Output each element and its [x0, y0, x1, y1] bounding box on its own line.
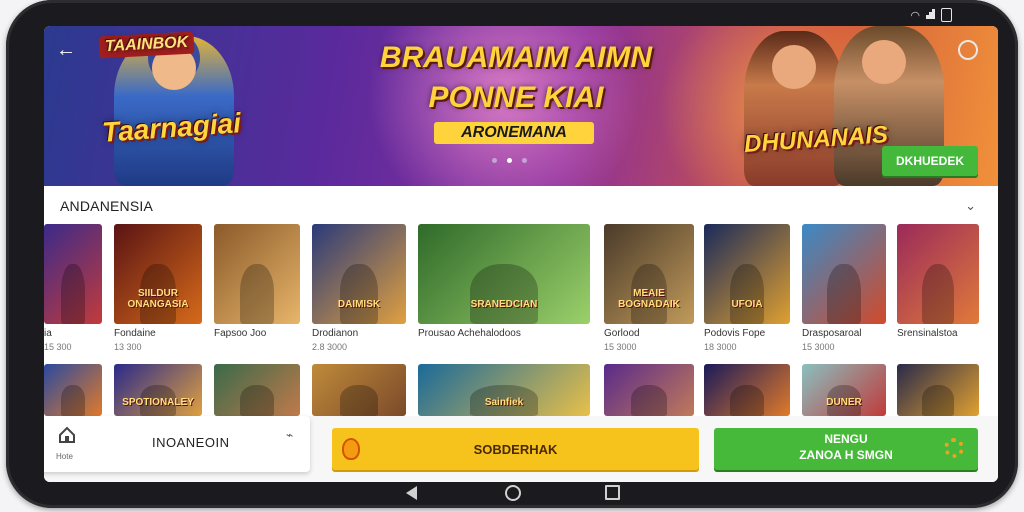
game-thumbnail-title: SPOTIONALEY: [122, 397, 194, 408]
game-thumbnail-title: DUNER: [826, 397, 862, 408]
game-card[interactable]: [704, 364, 790, 416]
game-thumbnail[interactable]: UFOIA: [704, 224, 790, 324]
section-title: ANDANENSIA: [60, 198, 154, 214]
game-size: 15 300: [44, 342, 72, 352]
game-thumbnail[interactable]: SIILDUR ONANGASIA: [114, 224, 202, 324]
game-thumbnail-title: MEAIE BOGNADAIK: [618, 288, 680, 310]
game-card[interactable]: SIILDUR ONANGASIA Fondaine 13 300: [114, 224, 202, 354]
home-card-title: INOANEOIN: [152, 435, 230, 450]
game-thumbnail[interactable]: DUNER: [802, 364, 886, 416]
game-name: Podovis Fope: [704, 328, 766, 339]
game-card[interactable]: ia 15 300: [44, 224, 102, 354]
game-card[interactable]: MEAIE BOGNADAIK Gorlood 15 3000: [604, 224, 694, 354]
game-thumbnail[interactable]: DAIMISK: [312, 224, 406, 324]
game-thumbnail[interactable]: [214, 364, 300, 416]
back-arrow-icon[interactable]: ←: [56, 40, 76, 60]
game-thumbnail[interactable]: [802, 224, 886, 324]
banner-title-line2: PONNE KIAI: [428, 81, 604, 114]
nav-recents-icon[interactable]: [605, 485, 620, 500]
carousel-dot[interactable]: [492, 158, 497, 163]
game-card[interactable]: [44, 364, 102, 416]
game-card[interactable]: [312, 364, 406, 416]
game-thumbnail[interactable]: SPOTIONALEY: [114, 364, 202, 416]
gear-icon: [944, 438, 964, 458]
game-thumbnail-title: SRANEDCIAN: [470, 299, 538, 310]
game-name: Prousao Achehalodoos: [418, 328, 521, 339]
game-name: Srensinalstoa: [897, 328, 958, 339]
game-name: ia: [44, 328, 52, 339]
battery-icon: [941, 8, 952, 22]
game-card[interactable]: [897, 364, 979, 416]
game-thumbnail[interactable]: SRANEDCIAN: [418, 224, 590, 324]
green-button-line1: NENGU: [824, 432, 868, 446]
coin-icon: [342, 438, 360, 460]
app-screen: ← TAAINBOK Taarnagiai BRAUAMAIM AIMN PON…: [44, 26, 998, 482]
home-label: Hote: [56, 452, 73, 461]
carousel-dots[interactable]: [492, 158, 527, 163]
banner-cta-button[interactable]: DKHUEDEK: [882, 146, 978, 176]
game-name: Drasposaroal: [802, 328, 862, 339]
phone-frame: ◠ ← TAAINBOK Taarnagiai BRAUAMAIM AIMN P…: [6, 0, 1018, 508]
game-name: Fondaine: [114, 328, 156, 339]
nav-back-icon[interactable]: [406, 486, 417, 500]
game-thumbnail[interactable]: [312, 364, 406, 416]
game-thumbnail-title: SIILDUR ONANGASIA: [127, 288, 189, 310]
game-size: 15 3000: [802, 342, 835, 352]
game-card[interactable]: SRANEDCIAN Prousao Achehalodoos: [418, 224, 590, 354]
chevron-down-icon[interactable]: ⌄: [965, 198, 976, 214]
game-card[interactable]: Sainfiek: [418, 364, 590, 416]
game-size: 2.8 3000: [312, 342, 348, 352]
bottom-action-bar: Hote INOANEOIN ⌁ SOBDERHAK NENGU ZANOA H…: [44, 416, 998, 482]
settings-icon[interactable]: [958, 40, 978, 60]
home-card[interactable]: Hote INOANEOIN ⌁: [44, 416, 310, 472]
signal-icon: [926, 8, 935, 22]
game-name: Fapsoo Joo: [214, 328, 267, 339]
game-thumbnail[interactable]: [897, 364, 979, 416]
game-card[interactable]: DAIMISK Drodianon 2.8 3000: [312, 224, 406, 354]
game-thumbnail[interactable]: [44, 224, 102, 324]
game-card[interactable]: Drasposaroal 15 3000: [802, 224, 886, 354]
yellow-button-label: SOBDERHAK: [473, 441, 558, 457]
game-thumbnail[interactable]: [897, 224, 979, 324]
game-thumbnail-title: UFOIA: [731, 299, 763, 310]
nav-home-icon[interactable]: [505, 485, 521, 501]
wifi-icon: ◠: [910, 9, 920, 22]
game-card[interactable]: [214, 364, 300, 416]
banner-subtitle: ARONEMANA: [434, 122, 594, 144]
game-card[interactable]: SPOTIONALEY: [114, 364, 202, 416]
carousel-dot[interactable]: [522, 158, 527, 163]
link-icon[interactable]: ⌁: [286, 428, 293, 442]
game-name: Drodianon: [312, 328, 359, 339]
banner-title: BRAUAMAIM AIMN PONNE KIAI: [366, 38, 666, 118]
game-thumbnail[interactable]: Sainfiek: [418, 364, 590, 416]
promo-banner[interactable]: ← TAAINBOK Taarnagiai BRAUAMAIM AIMN PON…: [44, 26, 998, 186]
green-action-button[interactable]: NENGU ZANOA H SMGN: [714, 428, 978, 470]
game-size: 15 3000: [604, 342, 637, 352]
game-card[interactable]: UFOIA Podovis Fope 18 3000: [704, 224, 790, 354]
primary-yellow-button[interactable]: SOBDERHAK: [332, 428, 699, 470]
game-thumbnail[interactable]: [604, 364, 694, 416]
game-card[interactable]: [604, 364, 694, 416]
status-bar: ◠: [910, 8, 952, 22]
game-card[interactable]: Fapsoo Joo: [214, 224, 300, 354]
game-thumbnail[interactable]: [44, 364, 102, 416]
game-card[interactable]: Srensinalstoa: [897, 224, 979, 354]
game-size: 13 300: [114, 342, 142, 352]
game-card[interactable]: DUNER: [802, 364, 886, 416]
green-button-line2: ZANOA H SMGN: [799, 448, 893, 462]
carousel-dot-active[interactable]: [507, 158, 512, 163]
game-size: 18 3000: [704, 342, 737, 352]
game-thumbnail[interactable]: [214, 224, 300, 324]
game-thumbnail-title: DAIMISK: [337, 299, 381, 310]
android-nav-bar: [0, 485, 1024, 506]
hero-character-female: [744, 31, 844, 186]
game-thumbnail[interactable]: MEAIE BOGNADAIK: [604, 224, 694, 324]
banner-title-line1: BRAUAMAIM AIMN: [379, 41, 653, 74]
home-icon: [59, 426, 75, 443]
game-thumbnail[interactable]: [704, 364, 790, 416]
game-name: Gorlood: [604, 328, 640, 339]
game-thumbnail-title: Sainfiek: [484, 397, 524, 408]
